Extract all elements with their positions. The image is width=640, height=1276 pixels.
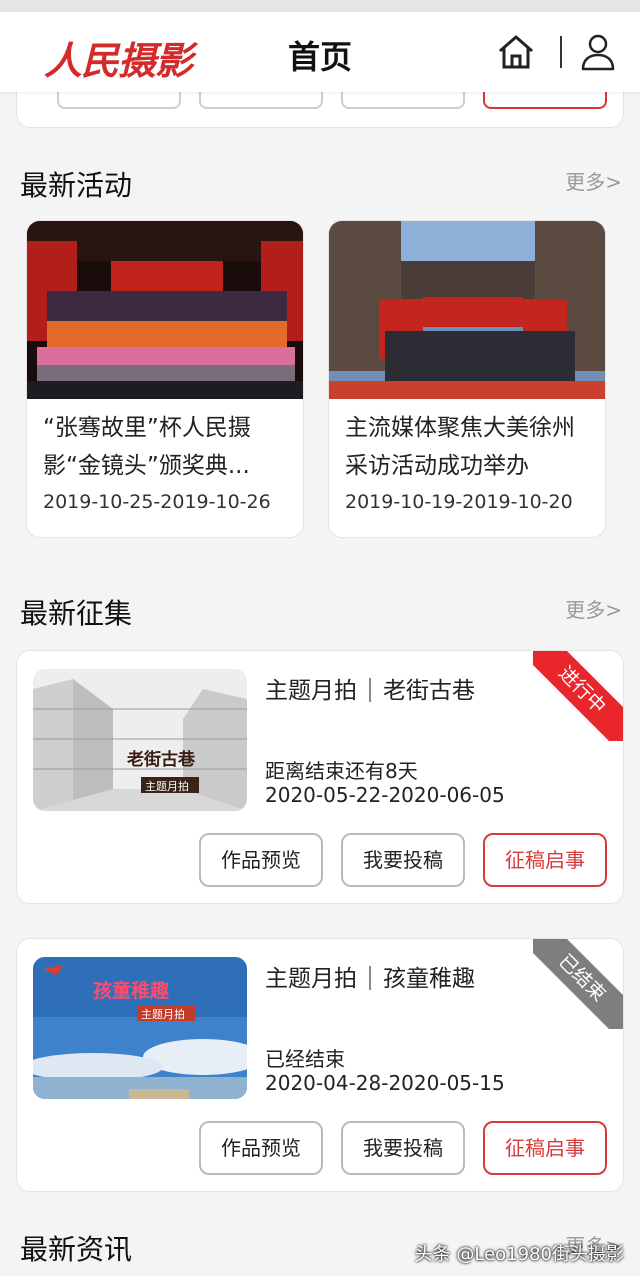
news-section-title: 最新资讯	[20, 1233, 133, 1266]
collection-theme: 孩童稚趣	[383, 966, 475, 992]
ribbon-label: 进行中	[533, 651, 623, 741]
collection-theme: 老街古巷	[383, 678, 475, 704]
collection-category: 主题月拍	[265, 966, 357, 992]
page-title: 首页	[287, 38, 352, 76]
watermark: 头条 @Leo1980街头摄影	[414, 1244, 624, 1265]
activity-title: 主流媒体聚焦大美徐州采访活动成功举办	[345, 415, 575, 479]
collections-more-link[interactable]: 更多>	[565, 594, 622, 623]
activity-image-group-photo	[329, 221, 605, 399]
activity-date: 2019-10-19-2019-10-20	[345, 491, 573, 513]
activity-date: 2019-10-25-2019-10-26	[43, 491, 271, 513]
collection-card[interactable]: 孩童稚趣 主题月拍 主题月拍 孩童稚趣 已经结束 2020-04-28-2020-…	[16, 938, 624, 1192]
collection-image-text: 老街古巷	[126, 749, 196, 770]
header-divider	[560, 36, 562, 68]
collection-title: 主题月拍 老街古巷	[265, 671, 475, 705]
collection-image-text: 孩童稚趣	[93, 979, 170, 1002]
notice-button[interactable]: 征稿启事	[483, 1121, 607, 1175]
app-header: 人民摄影 首页	[0, 12, 640, 92]
collection-card[interactable]: 老街古巷 主题月拍 主题月拍 老街古巷 距离结束还有8天 2020-05-22-2…	[16, 650, 624, 904]
notice-button[interactable]: 征稿启事	[483, 833, 607, 887]
activities-section-title: 最新活动	[20, 169, 133, 202]
preview-button[interactable]: 作品预览	[199, 833, 323, 887]
submit-button[interactable]: 我要投稿	[341, 833, 465, 887]
collection-status: 距离结束还有8天	[265, 759, 418, 783]
ribbon-label: 已结束	[533, 939, 623, 1029]
home-icon[interactable]	[496, 32, 536, 72]
activities-more-link[interactable]: 更多>	[565, 166, 622, 195]
activity-title: “张骞故里”杯人民摄影“金镜头”颁奖典...	[43, 415, 251, 479]
status-ribbon-active: 进行中	[533, 651, 623, 741]
collection-status: 已经结束	[265, 1047, 345, 1071]
status-bar	[0, 0, 640, 12]
collection-image-tag: 主题月拍	[141, 1007, 185, 1021]
collection-date: 2020-05-22-2020-06-05	[265, 783, 505, 807]
activity-card[interactable]: “张骞故里”杯人民摄影“金镜头”颁奖典... 2019-10-25-2019-1…	[26, 220, 304, 538]
activity-image-ceremony	[27, 221, 303, 399]
preview-button[interactable]: 作品预览	[199, 1121, 323, 1175]
collection-image-tag: 主题月拍	[145, 779, 189, 793]
collection-title: 主题月拍 孩童稚趣	[265, 959, 475, 993]
collection-image-old-street: 老街古巷 主题月拍	[33, 669, 247, 811]
title-separator	[369, 678, 371, 702]
user-icon[interactable]	[580, 32, 616, 72]
status-ribbon-ended: 已结束	[533, 939, 623, 1029]
collection-category: 主题月拍	[265, 678, 357, 704]
submit-button[interactable]: 我要投稿	[341, 1121, 465, 1175]
activity-card[interactable]: 主流媒体聚焦大美徐州采访活动成功举办 2019-10-19-2019-10-20	[328, 220, 606, 538]
collection-date: 2020-04-28-2020-05-15	[265, 1071, 505, 1095]
collections-section-title: 最新征集	[20, 597, 133, 630]
collection-image-children: 孩童稚趣 主题月拍	[33, 957, 247, 1099]
title-separator	[369, 966, 371, 990]
